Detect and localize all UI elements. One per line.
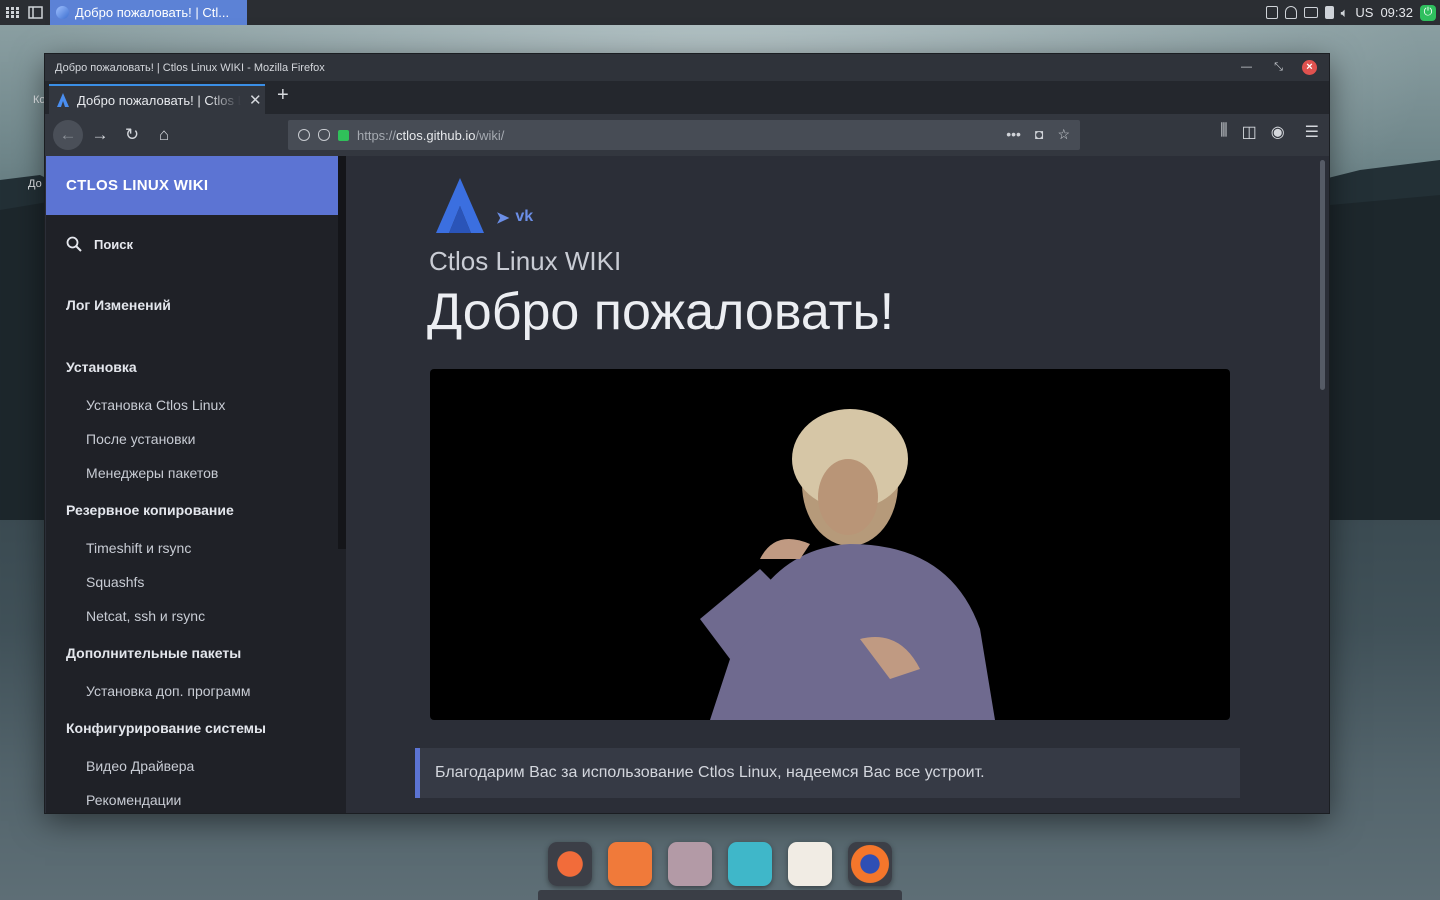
page-actions-icon[interactable]: ••• <box>1006 126 1021 143</box>
sidebar-item-video-drivers[interactable]: Видео Драйвера <box>86 758 194 774</box>
sidebar-item-package-managers[interactable]: Менеджеры пакетов <box>86 465 218 481</box>
clock[interactable]: 09:32 <box>1380 5 1413 20</box>
power-icon[interactable]: ⏻ <box>1420 4 1436 21</box>
bookmark-star-icon[interactable]: ☆ <box>1057 126 1070 143</box>
welcome-animation <box>430 369 1230 720</box>
page-heading: Добро пожаловать! <box>427 283 895 341</box>
desktop-label-fragment: Ко <box>33 94 46 106</box>
battery-icon[interactable] <box>1324 6 1334 19</box>
firefox-window: Добро пожаловать! | Ctlos Linux WIKI - M… <box>45 54 1329 813</box>
apps-grid-icon[interactable] <box>5 5 20 20</box>
sidebar-section-system-config[interactable]: Конфигурирование системы <box>66 720 266 736</box>
search-button[interactable]: Поиск <box>66 236 133 252</box>
search-label: Поиск <box>94 236 134 252</box>
url-protocol: https:// <box>357 127 397 143</box>
url-host: ctlos.github.io <box>396 127 476 143</box>
sidebar-item-changelog[interactable]: Лог Изменений <box>66 297 171 313</box>
telegram-icon[interactable]: ➤ <box>496 208 509 228</box>
new-tab-button[interactable]: + <box>277 84 289 107</box>
dock-file-manager-icon[interactable] <box>668 842 712 886</box>
dock-text-editor-icon[interactable] <box>788 842 832 886</box>
close-button[interactable]: × <box>1302 60 1317 75</box>
sidebar-section-install[interactable]: Установка <box>66 359 137 375</box>
menu-icon[interactable]: ☰ <box>1305 122 1319 142</box>
ctlos-logo-icon <box>57 93 69 107</box>
welcome-note: Благодарим Вас за использование Ctlos Li… <box>415 748 1240 798</box>
window-title: Добро пожаловать! | Ctlos Linux WIKI - M… <box>55 61 325 74</box>
sidebar-header[interactable]: CTLOS LINUX WIKI <box>46 156 346 215</box>
scrollbar-thumb[interactable] <box>1320 160 1325 390</box>
wiki-sidebar: CTLOS LINUX WIKI Поиск Лог Изменений Уст… <box>46 156 346 813</box>
dock-app-monitor-icon[interactable] <box>548 842 592 886</box>
sidebar-item-install-extra[interactable]: Установка доп. программ <box>86 683 250 699</box>
sidebar-item-install-ctlos[interactable]: Установка Ctlos Linux <box>86 397 225 413</box>
reload-button[interactable]: ↻ <box>119 122 145 148</box>
animated-figure-image <box>700 409 995 720</box>
shield-icon[interactable] <box>1284 6 1297 19</box>
lock-icon[interactable] <box>338 129 349 141</box>
sidebar-section-extra-packages[interactable]: Дополнительные пакеты <box>66 645 241 661</box>
dock-terminal-icon[interactable] <box>728 842 772 886</box>
taskbar-window-title: Добро пожаловать! | Ctl... <box>75 5 230 20</box>
ctlos-logo[interactable] <box>436 178 484 233</box>
system-tray: 🔈︎ US 09:32 ⏻ <box>1265 0 1440 25</box>
top-panel: Добро пожаловать! | Ctl... 🔈︎ US 09:32 ⏻ <box>0 0 1440 25</box>
sidebar-item-netcat[interactable]: Netcat, ssh и rsync <box>86 608 205 624</box>
desktop-icon[interactable] <box>28 5 43 20</box>
site-name[interactable]: Ctlos Linux WIKI <box>429 246 621 277</box>
home-button[interactable]: ⌂ <box>151 122 177 148</box>
firefox-icon <box>56 6 69 19</box>
pocket-icon[interactable]: ◘ <box>1035 126 1043 143</box>
forward-button[interactable]: → <box>87 122 113 148</box>
volume-icon[interactable]: 🔈︎ <box>1341 5 1349 21</box>
library-icon[interactable]: ⫼ <box>1220 122 1227 142</box>
dock-downloader-icon[interactable] <box>608 842 652 886</box>
nav-toolbar: ← → ↻ ⌂ https://ctlos.github.io/wiki/ ••… <box>45 114 1329 156</box>
info-icon[interactable] <box>298 129 310 141</box>
sidebar-toggle-icon[interactable]: ◫ <box>1242 122 1257 142</box>
tab-close-icon[interactable]: ✕ <box>249 91 262 109</box>
tab-title: Добро пожаловать! | Ctlos Linux WIKI <box>77 92 241 108</box>
sidebar-scrollbar[interactable] <box>338 156 346 549</box>
taskbar-firefox-window[interactable]: Добро пожаловать! | Ctl... <box>50 0 247 25</box>
sidebar-item-timeshift[interactable]: Timeshift и rsync <box>86 540 191 556</box>
search-icon <box>66 236 82 252</box>
maximize-button[interactable]: ⤡ <box>1271 60 1286 75</box>
clipboard-icon[interactable] <box>1265 6 1278 19</box>
dock-bar <box>538 890 902 900</box>
page-scrollbar[interactable] <box>1317 156 1329 813</box>
back-button[interactable]: ← <box>53 120 83 150</box>
url-path: /wiki/ <box>475 127 505 143</box>
window-titlebar[interactable]: Добро пожаловать! | Ctlos Linux WIKI - M… <box>45 54 1329 81</box>
account-icon[interactable]: ◉ <box>1271 122 1285 142</box>
social-links: ➤ vk <box>496 208 533 228</box>
page-content: CTLOS LINUX WIKI Поиск Лог Изменений Уст… <box>45 156 1329 813</box>
sidebar-item-recommendations[interactable]: Рекомендации <box>86 792 181 808</box>
tab-active[interactable]: Добро пожаловать! | Ctlos Linux WIKI ✕ <box>49 84 265 114</box>
minimize-button[interactable]: — <box>1239 60 1254 75</box>
tracking-protection-icon[interactable] <box>318 129 330 141</box>
tab-bar: Добро пожаловать! | Ctlos Linux WIKI ✕ + <box>45 81 1329 114</box>
vk-icon[interactable]: vk <box>515 208 533 228</box>
sidebar-item-squashfs[interactable]: Squashfs <box>86 574 144 590</box>
keyboard-layout[interactable]: US <box>1355 5 1373 20</box>
desktop-label-fragment: До <box>28 178 42 190</box>
url-bar[interactable]: https://ctlos.github.io/wiki/ ••• ◘ ☆ <box>288 120 1080 150</box>
display-icon[interactable] <box>1303 7 1318 18</box>
dock-firefox-icon[interactable] <box>848 842 892 886</box>
sidebar-item-after-install[interactable]: После установки <box>86 431 195 447</box>
sidebar-section-backup[interactable]: Резервное копирование <box>66 502 234 518</box>
main-article: ➤ vk Ctlos Linux WIKI Добро пожаловать! … <box>346 156 1317 813</box>
